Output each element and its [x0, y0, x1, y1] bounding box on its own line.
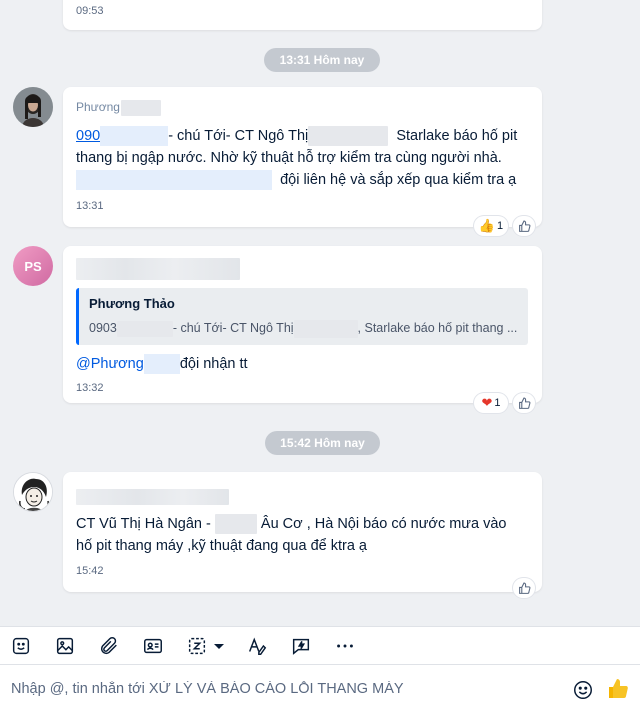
composer-toolbar [0, 626, 640, 665]
thumbs-up-emoji-icon: 👍 [478, 218, 496, 233]
reaction-count[interactable]: ❤ 1 [474, 393, 508, 413]
quote-sender: Phương Thảo [89, 296, 175, 312]
sender-name: Phương [76, 99, 528, 116]
message-input[interactable] [11, 679, 551, 699]
quick-message-icon[interactable] [290, 635, 312, 657]
contact-card-icon[interactable] [142, 635, 164, 657]
thumbs-up-icon [518, 582, 530, 594]
mention-link[interactable]: @Phương [76, 354, 180, 375]
thumbs-up-send-icon[interactable] [606, 677, 630, 701]
chat-area: 09:53 13:31 Hôm nay Phương 090- chú Tới-… [0, 0, 640, 626]
more-icon[interactable] [334, 635, 356, 657]
heart-emoji-icon: ❤ [481, 395, 493, 410]
date-separator: 15:42 Hôm nay [265, 431, 380, 455]
message-text: @Phương đội nhận tt [76, 353, 528, 375]
screenshot-icon[interactable] [186, 635, 208, 657]
text-format-icon[interactable] [246, 635, 268, 657]
sender-name [76, 486, 528, 508]
image-icon[interactable] [54, 635, 76, 657]
avatar[interactable] [13, 472, 53, 512]
message-time: 13:31 [76, 199, 104, 212]
sticker-icon[interactable] [10, 635, 32, 657]
message-bubble-previous: 09:53 [63, 0, 542, 30]
message-bubble: CT Vũ Thị Hà Ngân - Âu Cơ , Hà Nội báo c… [63, 472, 542, 592]
thumbs-up-icon [518, 397, 530, 409]
avatar[interactable]: PS [13, 246, 53, 286]
thumbs-up-icon [518, 220, 530, 232]
message-time: 15:42 [76, 565, 104, 577]
date-separator: 13:31 Hôm nay [264, 48, 380, 72]
message-time: 13:32 [76, 381, 104, 394]
message-text: 090- chú Tới- CT Ngô Thị Starlake báo hố… [76, 125, 528, 191]
attachment-icon[interactable] [98, 635, 120, 657]
like-button[interactable] [513, 393, 535, 413]
quote-text: 0903- chú Tới- CT Ngô Thị, Starlake báo … [89, 319, 518, 338]
avatar[interactable] [13, 87, 53, 127]
sender-name [76, 258, 528, 281]
message-bubble: Phương 090- chú Tới- CT Ngô Thị Starlake… [63, 87, 542, 227]
emoji-icon[interactable] [572, 679, 594, 701]
like-button[interactable] [513, 216, 535, 236]
like-button[interactable] [513, 578, 535, 598]
avatar-initials: PS [24, 258, 42, 274]
message-bubble: Phương Thảo 0903- chú Tới- CT Ngô Thị, S… [63, 246, 542, 403]
phone-link[interactable]: 090 [76, 126, 169, 146]
reaction-count[interactable]: 👍 1 [474, 216, 508, 236]
quoted-message[interactable]: Phương Thảo 0903- chú Tới- CT Ngô Thị, S… [76, 288, 528, 345]
composer [0, 665, 640, 711]
dropdown-caret-icon[interactable] [212, 635, 226, 657]
message-text-line: thang bị ngập nước. Nhờ kỹ thuật hỗ trợ … [76, 149, 502, 166]
message-time: 09:53 [76, 5, 104, 17]
message-text: CT Vũ Thị Hà Ngân - Âu Cơ , Hà Nội báo c… [76, 514, 507, 554]
